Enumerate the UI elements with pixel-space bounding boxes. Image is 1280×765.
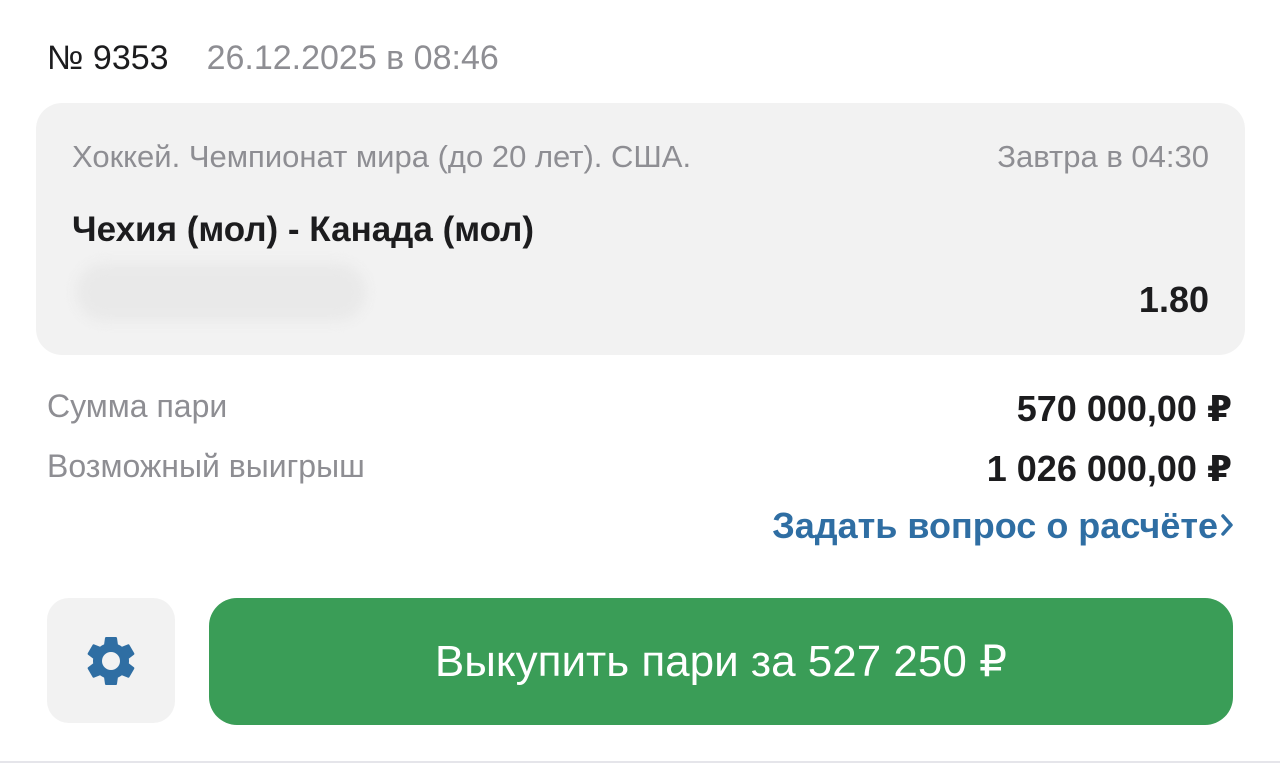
blurred-outcome	[76, 263, 366, 321]
event-start-time: Завтра в 04:30	[997, 139, 1209, 174]
bet-header: № 9353 26.12.2025 в 08:46	[47, 36, 499, 80]
bet-number: № 9353	[47, 38, 169, 77]
chevron-right-icon[interactable]	[1220, 513, 1234, 537]
stake-value: 570 000,00 ₽	[1016, 388, 1232, 429]
gear-icon	[87, 636, 135, 685]
divider	[0, 761, 1280, 763]
event-card: Хоккей. Чемпионат мира (до 20 лет). США.…	[36, 103, 1245, 355]
ask-question-link[interactable]: Задать вопрос о расчёте	[772, 505, 1218, 547]
tournament-name: Хоккей. Чемпионат мира (до 20 лет). США.	[72, 139, 692, 174]
odds-value: 1.80	[1138, 279, 1209, 320]
possible-win-label: Возможный выигрыш	[47, 448, 365, 484]
stake-label: Сумма пари	[47, 388, 228, 424]
bet-date: 26.12.2025 в 08:46	[206, 38, 499, 77]
possible-win-value: 1 026 000,00 ₽	[986, 448, 1232, 489]
cashout-button[interactable]: Выкупить пари за 527 250 ₽	[209, 598, 1233, 725]
settings-button[interactable]	[47, 598, 175, 723]
match-title: Чехия (мол) - Канада (мол)	[72, 210, 535, 249]
